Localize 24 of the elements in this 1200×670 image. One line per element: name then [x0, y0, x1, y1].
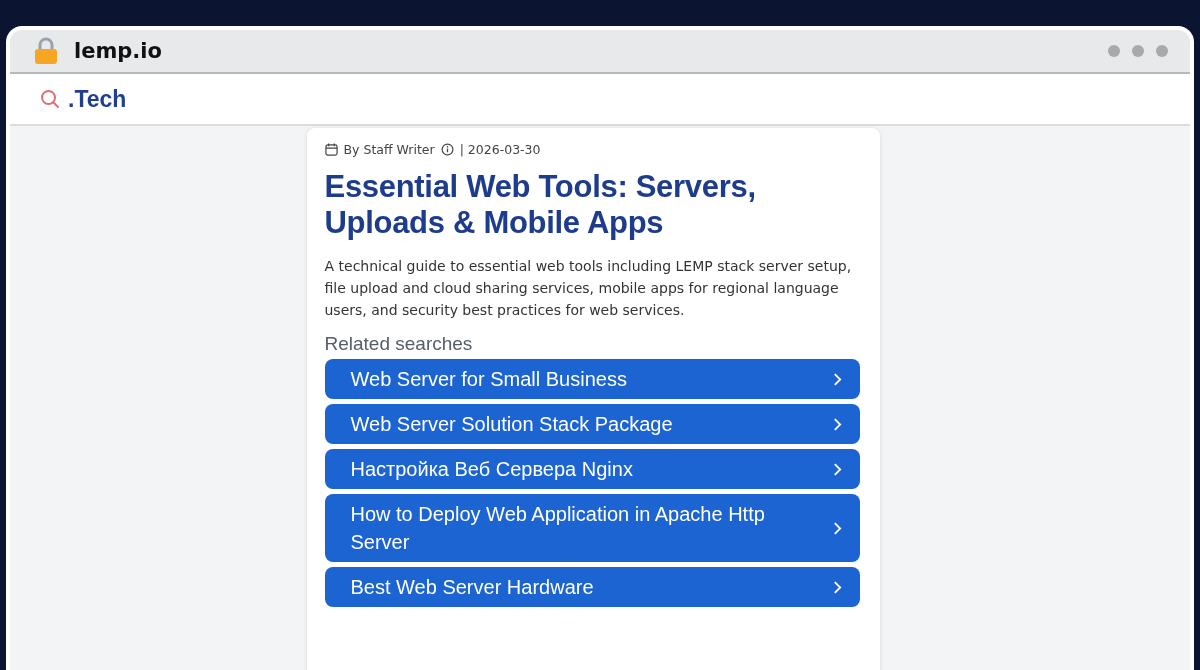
info-icon	[440, 143, 454, 156]
search-icon[interactable]	[40, 89, 60, 109]
related-search-link[interactable]: Web Server for Small Business	[324, 359, 860, 399]
related-search-link[interactable]: Best Web Server Hardware	[324, 567, 860, 607]
window-dot[interactable]	[1132, 45, 1144, 57]
date-text: | 2026-03-30	[459, 142, 541, 157]
lock-icon	[34, 37, 58, 65]
chevron-icon	[832, 371, 842, 387]
chevron-icon	[832, 461, 842, 477]
window-dot[interactable]	[1108, 45, 1120, 57]
related-search-link[interactable]: Настройка Веб Сервера Nginx	[324, 449, 860, 489]
related-search-link[interactable]: How to Deploy Web Application in Apache Http Server	[324, 494, 860, 562]
chevron-icon	[832, 520, 842, 536]
author-text: By Staff Writer	[343, 142, 435, 157]
chevron-icon	[832, 416, 842, 432]
related-search-link[interactable]: Web Server Solution Stack Package	[324, 404, 860, 444]
address-text[interactable]: lemp.io	[74, 39, 162, 63]
calendar-icon	[324, 143, 338, 156]
article-summary: A technical guide to essential web tools including LEMP stack server setup, file upload and cloud sharing services, mobile apps for regional language users, and security best practices for web services.	[324, 257, 853, 320]
window-dot[interactable]	[1156, 45, 1168, 57]
chevron-icon	[832, 579, 842, 595]
related-heading: Related searches	[324, 333, 474, 355]
site-logo[interactable]: .Tech	[68, 85, 127, 113]
article-title: Essential Web Tools: Servers, Uploads & Mobile Apps	[324, 169, 757, 241]
